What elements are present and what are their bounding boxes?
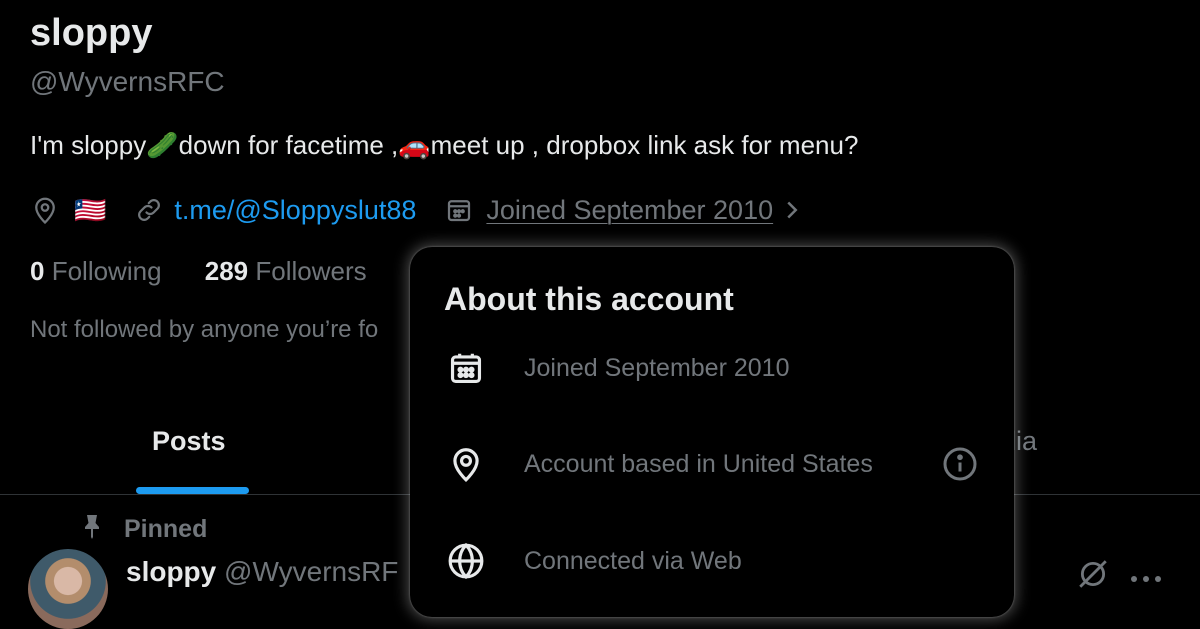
pin-icon — [80, 513, 104, 546]
profile-bio: I'm sloppy🥒down for facetime ,🚗meet up ,… — [30, 130, 858, 161]
cucumber-emoji: 🥒 — [146, 130, 179, 160]
popover-joined-row: Joined September 2010 — [446, 348, 789, 388]
info-icon[interactable] — [942, 446, 978, 487]
grok-icon[interactable] — [1076, 557, 1110, 596]
active-tab-indicator — [136, 487, 249, 494]
post-author-handle: @WyvernsRF — [224, 556, 399, 587]
following-count: 0 — [30, 256, 45, 286]
following-link[interactable]: 0 Following — [30, 256, 162, 286]
car-emoji: 🚗 — [398, 130, 431, 160]
location-flag: 🇱🇷 — [74, 194, 107, 225]
popover-joined-text: Joined September 2010 — [524, 353, 790, 382]
bio-text-2: down for facetime , — [178, 130, 399, 160]
following-label: Following — [51, 256, 162, 286]
bio-text-3: meet up , dropbox link ask for menu? — [430, 130, 859, 160]
followers-link[interactable]: 289 Followers — [205, 256, 367, 286]
follow-stats: 0 Following 289 Followers — [30, 256, 367, 287]
post-author[interactable]: sloppy @WyvernsRF — [126, 556, 398, 588]
more-icon[interactable] — [1130, 570, 1162, 588]
link-icon — [134, 195, 164, 225]
avatar[interactable] — [28, 549, 108, 629]
profile-meta-row: 🇱🇷 t.me/@Sloppyslut88 Joined September 2… — [30, 192, 803, 228]
profile-name: sloppy — [30, 12, 153, 54]
joined-date-link[interactable]: Joined September 2010 — [486, 195, 773, 226]
popover-connection-text: Connected via Web — [524, 546, 742, 575]
followers-count: 289 — [204, 256, 249, 286]
tab-media[interactable]: lia — [1010, 426, 1037, 457]
profile-handle: @WyvernsRFC — [30, 66, 225, 97]
location-icon — [30, 195, 60, 225]
calendar-icon — [444, 195, 474, 225]
pinned-label: Pinned — [124, 515, 208, 543]
about-account-popover: About this account Joined September 2010… — [410, 247, 1014, 617]
location-icon — [446, 444, 486, 484]
not-followed-text: Not followed by anyone you’re fo — [30, 316, 379, 343]
calendar-icon — [446, 348, 486, 388]
popover-location-text: Account based in United States — [524, 449, 873, 478]
popover-connection-row: Connected via Web — [446, 541, 742, 581]
bio-text-1: I'm sloppy — [30, 130, 147, 160]
profile-link[interactable]: t.me/@Sloppyslut88 — [174, 195, 416, 226]
tab-posts[interactable]: Posts — [152, 426, 226, 457]
chevron-right-icon[interactable] — [781, 195, 803, 225]
globe-icon — [446, 541, 486, 581]
pinned-indicator: Pinned — [80, 513, 207, 546]
popover-location-row: Account based in United States — [446, 444, 873, 484]
post-author-name: sloppy — [126, 556, 217, 587]
popover-title: About this account — [444, 281, 734, 317]
followers-label: Followers — [255, 256, 367, 286]
